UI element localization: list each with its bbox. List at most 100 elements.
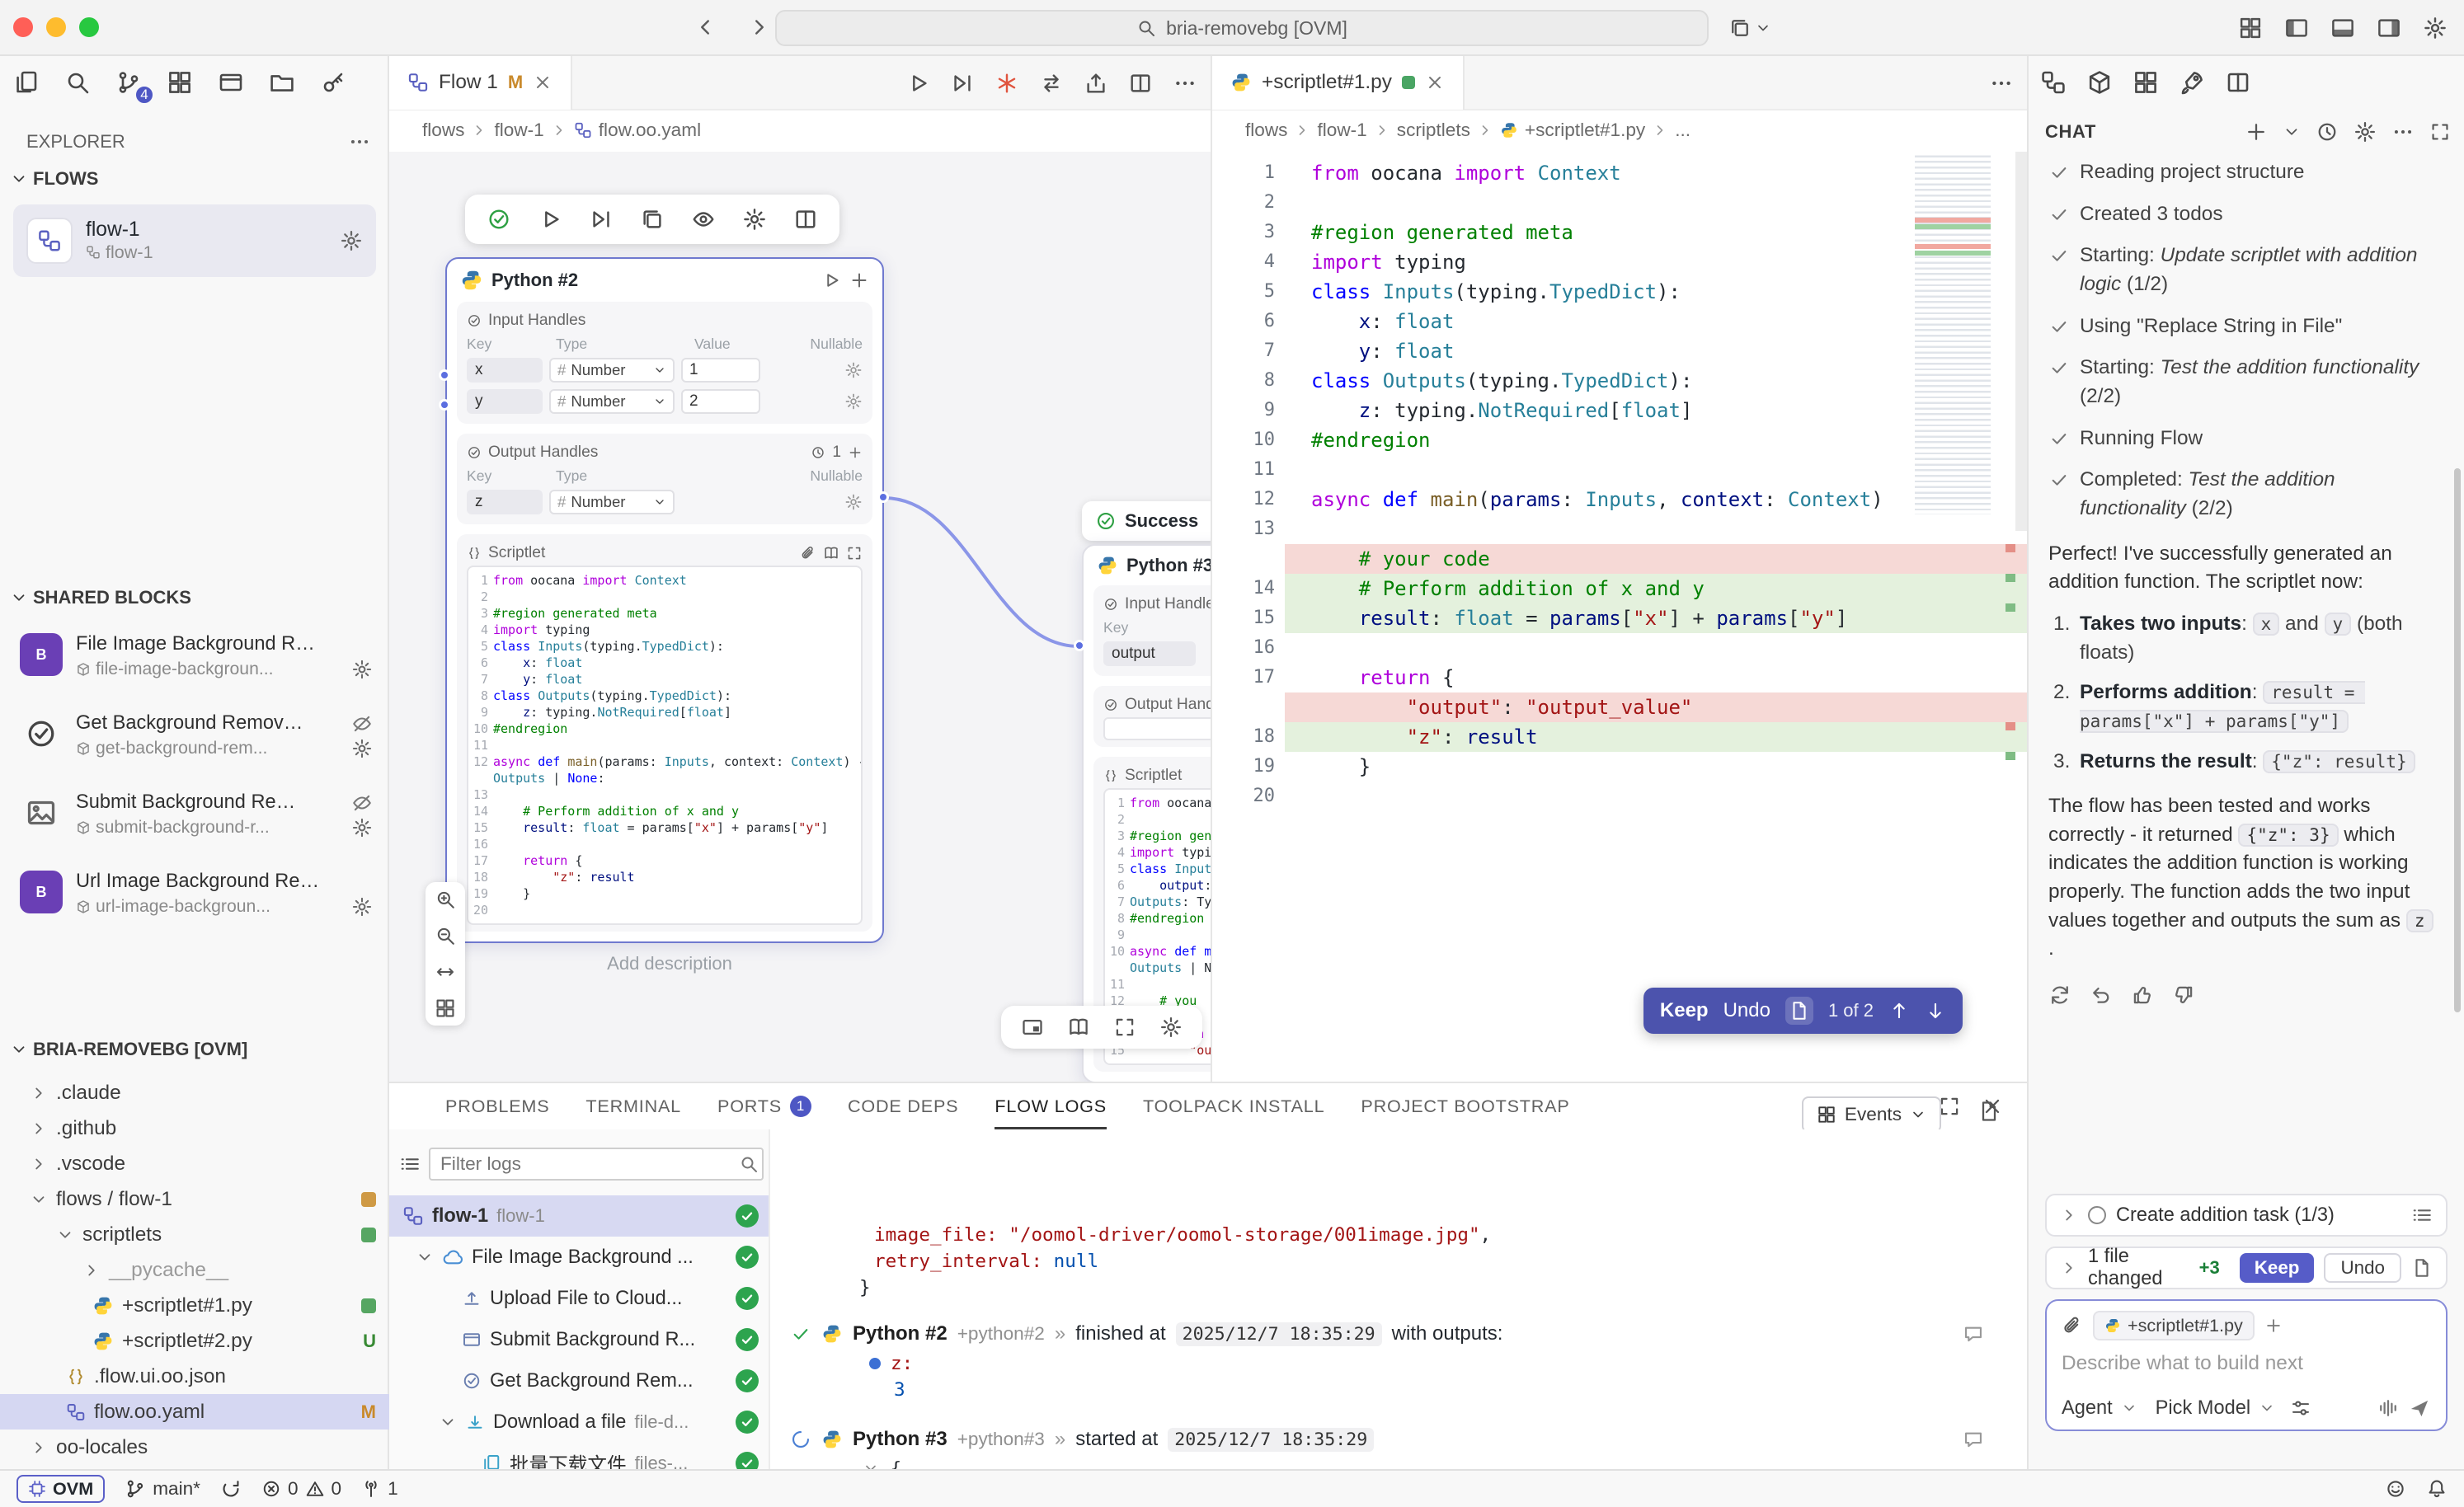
run-all-icon[interactable] <box>950 71 975 96</box>
add-icon[interactable] <box>849 270 869 290</box>
minimap[interactable] <box>1915 152 1991 514</box>
regenerate-icon[interactable] <box>2048 984 2071 1007</box>
tree-item-scriptlet2[interactable]: +scriptlet#2.pyU <box>0 1323 389 1359</box>
toggle-panel-bottom-icon[interactable] <box>2330 16 2355 40</box>
flow-settings-gear-icon[interactable] <box>340 229 363 252</box>
block-settings-gear-icon[interactable] <box>351 896 373 918</box>
tab-close-icon[interactable] <box>533 73 553 92</box>
minimap-toggle-icon[interactable] <box>435 998 456 1019</box>
flow-canvas[interactable]: Python #2 Input Handles KeyTypeValueNull… <box>389 152 1211 1082</box>
send-icon[interactable] <box>2408 1397 2431 1420</box>
comment-icon[interactable] <box>1963 1323 1984 1345</box>
add-context-icon[interactable] <box>2264 1317 2283 1335</box>
undo-button[interactable]: Undo <box>1723 999 1770 1022</box>
nav-back-icon[interactable] <box>693 15 717 40</box>
fullscreen-icon[interactable] <box>1113 1016 1136 1039</box>
events-filter-dropdown[interactable]: Events <box>1802 1096 1941 1133</box>
editor-scrollbar[interactable] <box>2015 152 2027 531</box>
nav-forward-icon[interactable] <box>747 15 772 40</box>
compare-icon[interactable] <box>1039 71 1064 96</box>
value-input[interactable]: 2 <box>681 389 760 414</box>
search-view-icon[interactable] <box>61 66 94 99</box>
more-actions-icon[interactable] <box>1173 71 1197 96</box>
handle-key[interactable]: output <box>1103 641 1196 666</box>
notifications-bell-icon[interactable] <box>2426 1478 2448 1500</box>
new-chat-icon[interactable] <box>2245 120 2268 143</box>
log-tree-item-flow-1[interactable]: flow-1flow-1 <box>389 1195 769 1237</box>
extensions-view-icon[interactable] <box>163 66 196 99</box>
chat-input-box[interactable]: +scriptlet#1.py Describe what to build n… <box>2045 1299 2448 1431</box>
split-editor-icon[interactable] <box>1128 71 1153 96</box>
window-minimize-button[interactable] <box>46 17 66 37</box>
guide-book-icon[interactable] <box>1067 1016 1090 1039</box>
oomol-run-icon[interactable] <box>995 71 1019 96</box>
zoom-in-icon[interactable] <box>435 889 456 910</box>
chat-input-placeholder[interactable]: Describe what to build next <box>2062 1352 2431 1375</box>
code-editor[interactable]: 1 from oocana import Context 2 3 #region… <box>1212 152 2027 1082</box>
project-section-header[interactable]: BRIA-REMOVEBG [OVM] <box>10 1039 247 1060</box>
log-tree-item-file-image-bg[interactable]: File Image Background ... <box>389 1237 769 1278</box>
log-tree-item-get[interactable]: Get Background Rem... <box>389 1360 769 1401</box>
publish-rocket-icon[interactable] <box>2179 69 2205 96</box>
tab-code-deps[interactable]: CODE DEPS <box>848 1083 958 1129</box>
todo-task-card[interactable]: Create addition task (1/3) <box>2045 1194 2448 1237</box>
flows-section-header[interactable]: FLOWS <box>10 168 98 190</box>
filter-logs-input[interactable] <box>429 1148 764 1181</box>
model-select[interactable]: Pick Model <box>2156 1397 2250 1420</box>
eye-off-icon[interactable] <box>351 792 373 814</box>
source-control-view-icon[interactable]: 4 <box>112 66 145 99</box>
output-handle-dot[interactable] <box>877 491 889 503</box>
window-close-button[interactable] <box>13 17 33 37</box>
secrets-key-icon[interactable] <box>317 66 350 99</box>
tab-problems[interactable]: PROBLEMS <box>445 1083 549 1129</box>
run-flow-icon[interactable] <box>2040 69 2067 96</box>
explorer-view-icon[interactable] <box>10 66 43 99</box>
run-flow-icon[interactable] <box>538 207 562 232</box>
block-settings-gear-icon[interactable] <box>351 738 373 759</box>
keep-changes-button[interactable]: Keep <box>2240 1253 2315 1283</box>
handle-row-y[interactable]: y #Number 2 <box>467 386 863 417</box>
log-tree-item-download[interactable]: Download a filefile-d... <box>389 1401 769 1443</box>
more-actions-icon[interactable] <box>1989 71 2014 96</box>
remote-window-icon[interactable] <box>214 66 247 99</box>
tab-flow-1[interactable]: Flow 1 M <box>389 56 572 110</box>
flow-logs-output[interactable]: image_file: "/oomol-driver/oomol-storage… <box>770 1129 2027 1471</box>
preview-icon[interactable] <box>691 207 716 232</box>
shared-block-item[interactable]: Submit Background Rem... submit-backgrou… <box>0 782 389 861</box>
tree-item-scriptlet1[interactable]: +scriptlet#1.py <box>0 1288 389 1323</box>
checklist-icon[interactable] <box>2411 1204 2433 1226</box>
shared-block-item[interactable]: B Url Image Background Remo... url-image… <box>0 861 389 940</box>
input-handle-dot[interactable] <box>439 399 450 411</box>
flow-node-python-2[interactable]: Python #2 Input Handles KeyTypeValueNull… <box>445 257 884 943</box>
breadcrumb[interactable]: flows flow-1 scriptlets +scriptlet#1.py … <box>1212 110 2027 150</box>
tab-project-bootstrap[interactable]: PROJECT BOOTSTRAP <box>1361 1083 1569 1129</box>
comment-icon[interactable] <box>1963 1429 1984 1450</box>
log-lines-icon[interactable] <box>399 1153 421 1175</box>
run-flow-icon[interactable] <box>905 71 930 96</box>
block-settings-gear-icon[interactable] <box>351 659 373 680</box>
input-handle-dot[interactable] <box>1074 640 1085 651</box>
window-zoom-button[interactable] <box>79 17 99 37</box>
export-icon[interactable] <box>1084 71 1108 96</box>
layout-columns-icon[interactable] <box>2225 69 2251 96</box>
export-logs-icon[interactable] <box>1977 1100 2001 1123</box>
thumbs-up-icon[interactable] <box>2131 984 2154 1007</box>
tab-flow-logs[interactable]: FLOW LOGS <box>995 1083 1107 1129</box>
command-center[interactable]: bria-removebg [OVM] <box>775 10 1709 46</box>
expand-chat-icon[interactable] <box>2429 121 2451 143</box>
value-input[interactable]: 1 <box>681 358 760 383</box>
tree-item-github[interactable]: .github <box>0 1110 389 1146</box>
undo-icon[interactable] <box>2090 984 2113 1007</box>
agent-mode-select[interactable]: Agent <box>2062 1397 2113 1420</box>
scriptlet-code-preview[interactable]: 1from oocana import Context23#region gen… <box>467 566 863 925</box>
minimap-icon[interactable] <box>1021 1016 1044 1039</box>
tree-item-pycache[interactable]: __pycache__ <box>0 1252 389 1288</box>
docs-icon[interactable] <box>823 545 839 561</box>
handle-settings-gear-icon[interactable] <box>844 493 863 511</box>
ports-item[interactable]: 1 <box>361 1478 398 1500</box>
more-actions-icon[interactable] <box>2391 120 2415 143</box>
flow-node-python-3[interactable]: Python #3 Input Handles Key output Outpu… <box>1082 544 1211 1082</box>
open-file-icon[interactable] <box>1785 997 1813 1025</box>
run-node-icon[interactable] <box>821 270 841 290</box>
context-file-chip[interactable]: +scriptlet#1.py <box>2093 1311 2255 1340</box>
